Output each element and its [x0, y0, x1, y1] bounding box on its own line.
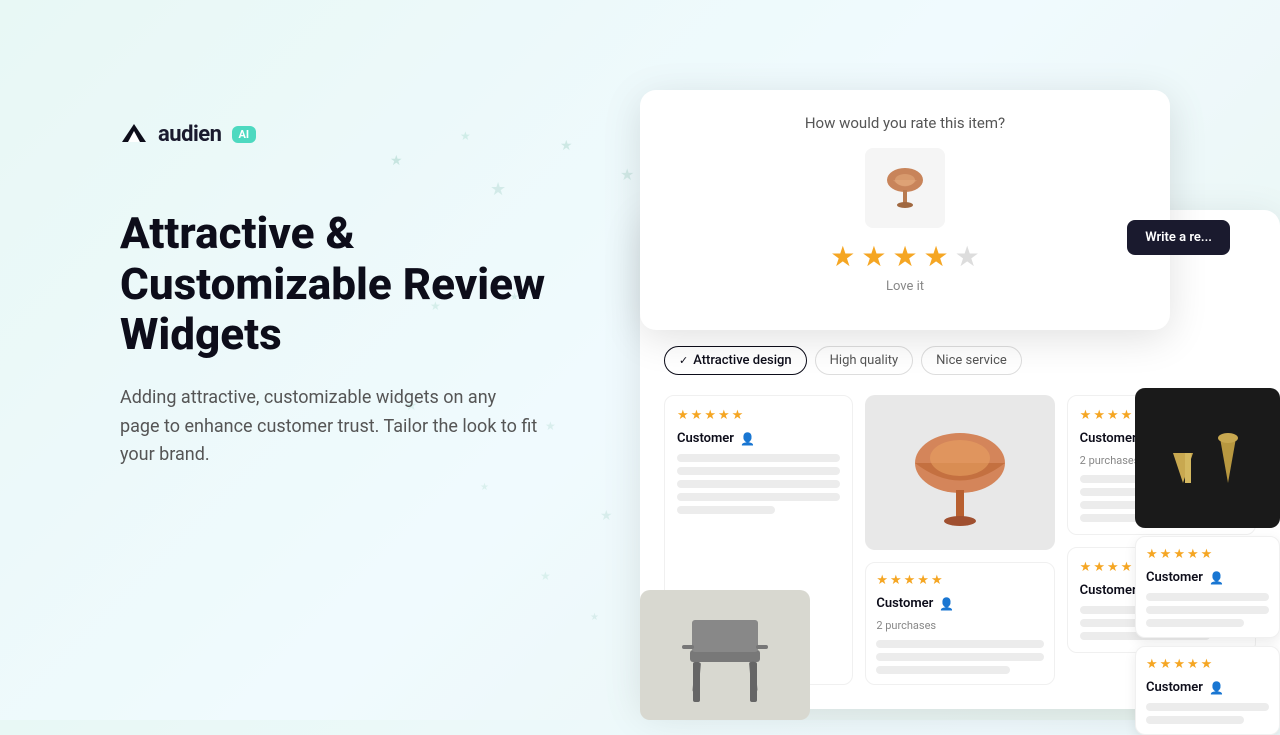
star-3[interactable]: ★ — [892, 240, 917, 273]
chair-image — [640, 590, 810, 720]
ov2-reviewer: Customer 👤 — [1146, 680, 1269, 695]
lamp-purchases: 2 purchases — [876, 619, 1043, 632]
love-label: Love it — [664, 279, 1146, 294]
filter-tag-quality[interactable]: High quality — [815, 346, 913, 375]
star-2[interactable]: ★ — [861, 240, 886, 273]
hero-description: Adding attractive, customizable widgets … — [120, 384, 540, 470]
orange-lamp-svg — [900, 408, 1020, 538]
ov2-stars: ★ ★ ★ ★ ★ — [1146, 657, 1269, 672]
hero-title: Attractive & Customizable Review Widgets — [120, 208, 600, 360]
logo-icon — [120, 120, 148, 148]
star-4[interactable]: ★ — [924, 240, 949, 273]
rc1-stars: ★ ★ ★ ★ ★ — [677, 408, 840, 423]
dark-product-image — [1135, 388, 1280, 528]
rating-stars[interactable]: ★ ★ ★ ★ ★ — [664, 240, 1146, 273]
filter-tag-service[interactable]: Nice service — [921, 346, 1022, 375]
ov1-stars: ★ ★ ★ ★ ★ — [1146, 547, 1269, 562]
lamp-reviewer: Customer 👤 — [876, 596, 1043, 611]
logo-badge: AI — [232, 126, 257, 143]
logo-text: audien — [158, 122, 222, 147]
overflow-review-card-1: ★ ★ ★ ★ ★ Customer 👤 — [1135, 536, 1280, 638]
product-image — [865, 148, 945, 228]
widget-card-title: How would you rate this item? — [664, 114, 1146, 132]
rc1-reviewer: Customer 👤 — [677, 431, 840, 446]
orange-lamp-image — [865, 395, 1054, 550]
lamp-review-card: ★ ★ ★ ★ ★ Customer 👤 2 purchases — [865, 562, 1054, 685]
product-image-column: ★ ★ ★ ★ ★ Customer 👤 2 purchases — [865, 395, 1054, 685]
svg-text:★: ★ — [620, 165, 634, 184]
lamp-icon — [875, 158, 935, 218]
write-review-button[interactable]: Write a re... — [1127, 220, 1230, 255]
rc1-text — [677, 454, 840, 514]
left-section: audien AI Attractive & Customizable Revi… — [120, 120, 600, 470]
svg-text:★: ★ — [540, 569, 551, 583]
lamp-text — [876, 640, 1043, 674]
checkmark-icon: ✓ — [679, 354, 688, 367]
logo: audien AI — [120, 120, 600, 148]
filter-tags: ✓ Attractive design High quality Nice se… — [664, 346, 1256, 375]
ov1-reviewer: Customer 👤 — [1146, 570, 1269, 585]
lamp-rc-stars: ★ ★ ★ ★ ★ — [876, 573, 1043, 588]
star-1[interactable]: ★ — [830, 240, 855, 273]
user-icon-2: 👤 — [939, 597, 954, 611]
golden-objects-svg — [1158, 408, 1258, 508]
svg-text:★: ★ — [600, 508, 613, 524]
ov2-text — [1146, 703, 1269, 724]
ov1-text — [1146, 593, 1269, 627]
rating-widget-card: How would you rate this item? ★ ★ ★ ★ ★ … — [640, 90, 1170, 330]
user-icon: 👤 — [740, 432, 755, 446]
overflow-review-card-2: ★ ★ ★ ★ ★ Customer 👤 — [1135, 646, 1280, 735]
user-icon-5: 👤 — [1209, 571, 1224, 585]
right-overflow-area: ★ ★ ★ ★ ★ Customer 👤 ★ ★ ★ ★ ★ Customer … — [1135, 388, 1280, 735]
user-icon-6: 👤 — [1209, 681, 1224, 695]
svg-text:★: ★ — [480, 482, 489, 493]
filter-tag-attractive[interactable]: ✓ Attractive design — [664, 346, 807, 375]
star-5[interactable]: ★ — [955, 240, 980, 273]
svg-text:★: ★ — [590, 612, 599, 623]
chair-svg — [660, 595, 790, 715]
